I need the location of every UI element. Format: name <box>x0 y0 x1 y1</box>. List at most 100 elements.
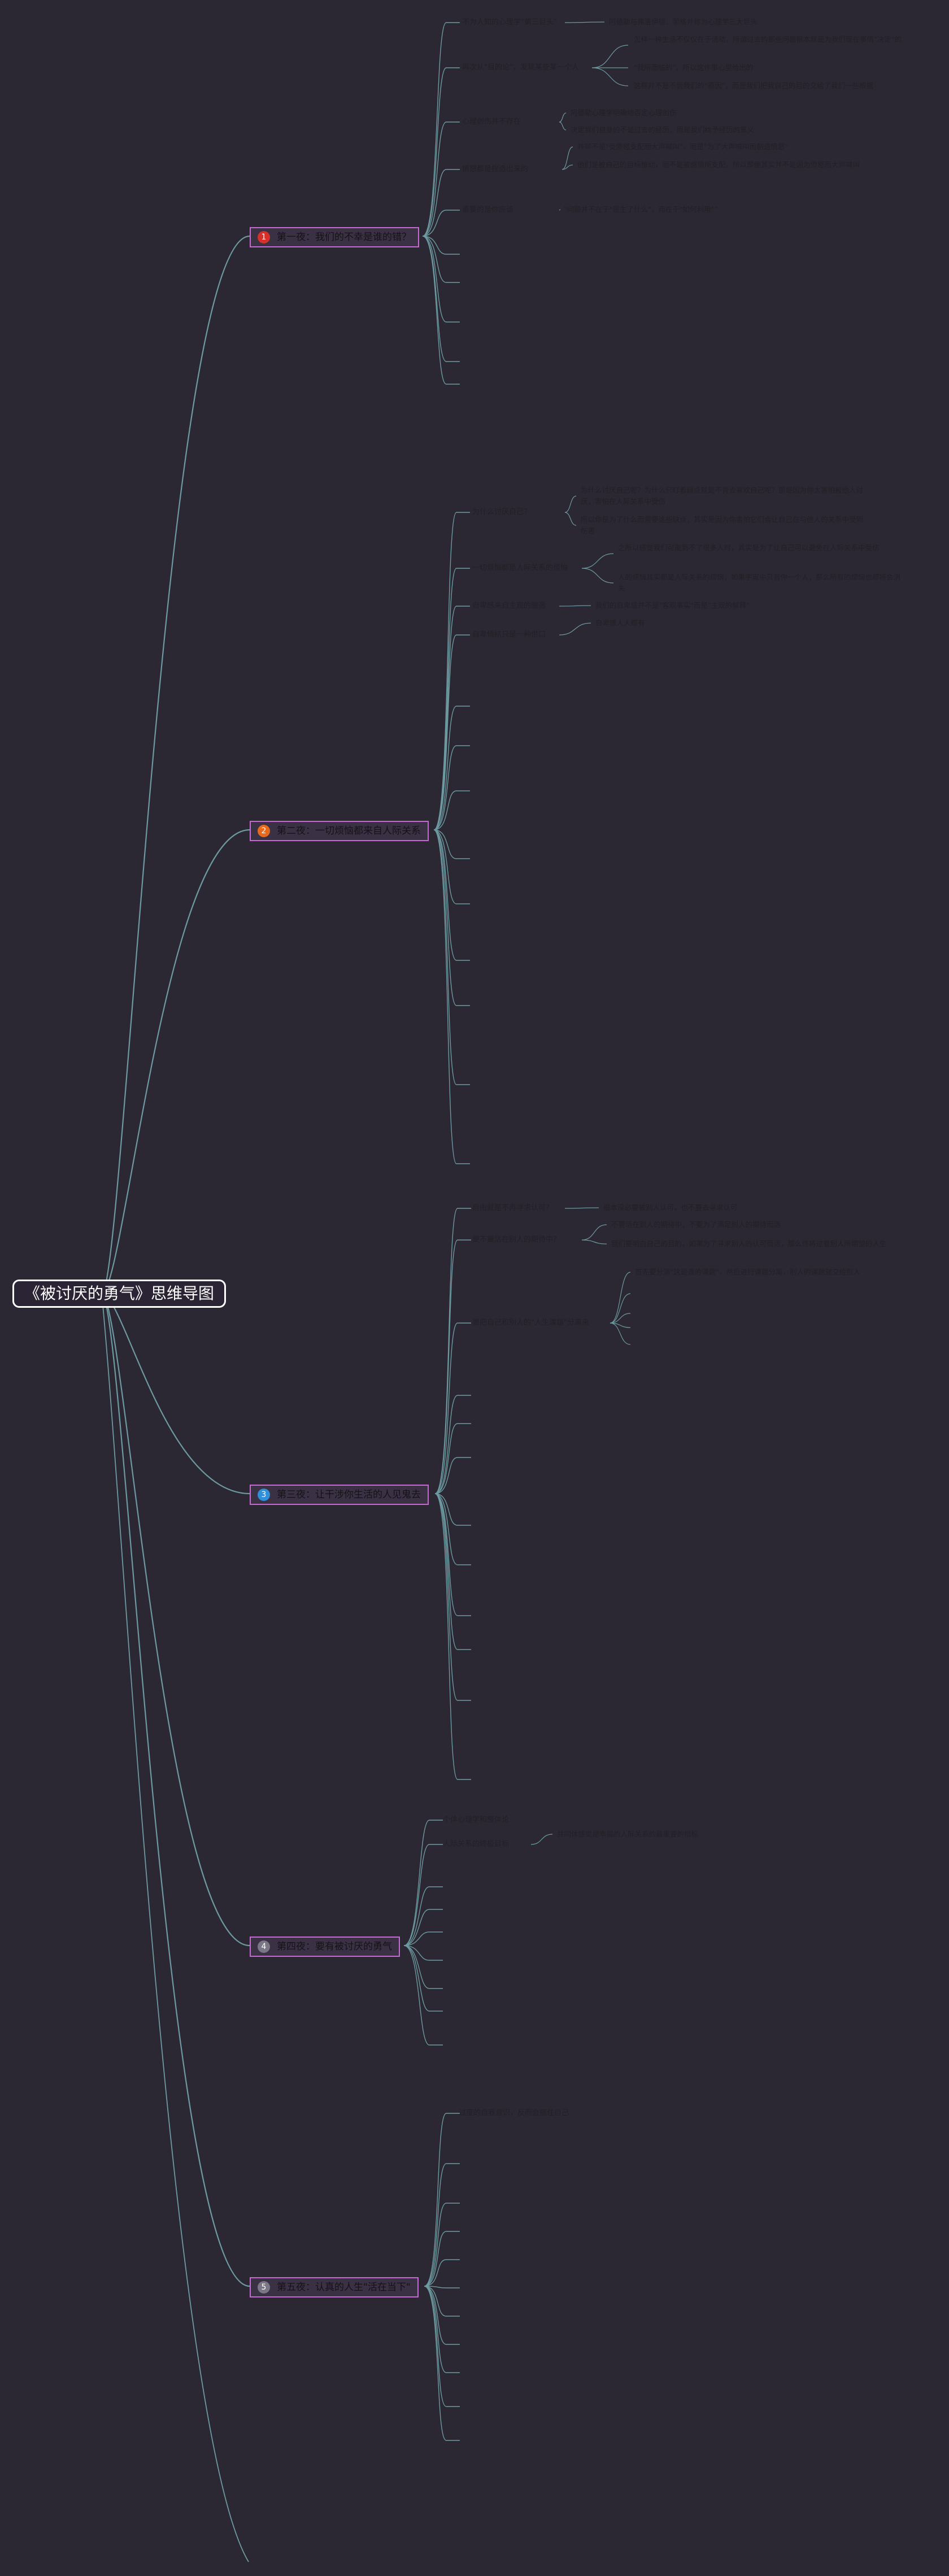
chapter-title: 第四夜：要有被讨厌的勇气 <box>277 1941 392 1952</box>
connector-line <box>581 1239 607 1245</box>
connector-line <box>433 829 470 961</box>
detail-node: "我所面临的"，所以这件事心里给出的 <box>634 63 754 72</box>
connector-line <box>434 1493 471 1565</box>
connector-line <box>530 1834 553 1845</box>
topic-node[interactable]: 愤怒都是捏造出来的 <box>462 164 528 175</box>
connector-line <box>434 1208 471 1494</box>
topic-node[interactable]: 重要的是你应该 <box>462 205 513 215</box>
topic-node[interactable]: 个体心理学和整体论 <box>443 1815 509 1825</box>
detail-node: 之所以感觉我们可能到不了很多人时，其实是为了让自己可以避免在人际关系中受伤 <box>618 543 880 552</box>
connector-line <box>424 2113 460 2287</box>
connector-line <box>422 210 460 237</box>
detail-node: 根本没必要被别人认可，也不要去寻求认可 <box>603 1203 738 1212</box>
detail-node: 所以你是为了什么而需要这些缺点，其实是因为你害怕它们会让自己在与他人的关系中受到… <box>581 515 864 535</box>
connector-line <box>101 1293 250 2287</box>
connector-line <box>561 146 573 170</box>
chapter-title: 第二夜：一切烦恼都来自人际关系 <box>277 825 421 837</box>
connector-line <box>434 1493 471 1616</box>
connector-line <box>433 829 470 1164</box>
connector-line <box>101 1293 250 1947</box>
topic-node[interactable]: 心理创伤并不存在 <box>462 117 521 127</box>
chapter-node-1[interactable]: 1 第一夜：我们的不幸是谁的错？ <box>250 227 419 247</box>
connector-line <box>403 1820 443 1946</box>
connector-line <box>424 2163 460 2287</box>
detail-node: 我们要明白自己的目的，如果为了寻求别人的认可而活，那么终将过着别人所期望的人生 <box>611 1239 887 1248</box>
connector-line <box>434 1493 471 1650</box>
chapter-number-badge: 2 <box>258 825 270 837</box>
chapter-node-3[interactable]: 3 第三夜：让干涉你生活的人见鬼去 <box>250 1485 429 1505</box>
connector-line <box>403 1886 443 1946</box>
connector-line <box>424 2286 460 2345</box>
topic-node[interactable]: 为什么讨厌自己？ <box>472 507 531 517</box>
detail-node: "问题并不在于"是生了什么"，而在于"如何利用"" <box>564 205 717 214</box>
connector-line <box>581 568 614 584</box>
detail-node: 我们的自卑感并不是"客观事实"而是"主观的解释" <box>595 601 750 610</box>
chapter-title: 第五夜：认真的人生"活在当下" <box>277 2282 411 2293</box>
chapter-node-2[interactable]: 2 第二夜：一切烦恼都来自人际关系 <box>250 821 429 841</box>
chapter-number-badge: 5 <box>258 2281 270 2294</box>
connector-line <box>581 1224 607 1241</box>
detail-node: 阿德勒与弗洛伊德、荣格并称为心理学三大巨头 <box>609 18 758 26</box>
mind-map-canvas: 《被讨厌的勇气》思维导图 1 第一夜：我们的不幸是谁的错？ 不为人知的心理学"第… <box>0 0 949 2576</box>
topic-node[interactable]: 再次从"目的论"，发现某些某一个人 <box>462 63 579 73</box>
connector-line <box>403 1945 443 1989</box>
connector-line <box>422 236 460 362</box>
connector-line <box>422 236 460 323</box>
topic-node[interactable]: 过度的自我意识，反而会捆住自己 <box>459 2108 569 2118</box>
detail-node: 为什么讨厌自己呢？为什么只盯着缺点就是不肯去喜欢自己呢？那是因为你太害怕被他人讨… <box>581 486 864 506</box>
detail-node: 这样并不是不管我们的"原因"，而是我们把我自己的目的交给了我们一些根据 <box>634 81 874 90</box>
chapter-title: 第三夜：让干涉你生活的人见鬼去 <box>277 1489 421 1500</box>
detail-node: 首先要分清"这是谁的课题"，然后进行课题分离，别人的课题就交给别人 <box>635 1268 861 1276</box>
chapter-number-badge: 3 <box>258 1489 270 1501</box>
detail-node: 自卑感人人都有 <box>595 619 645 627</box>
topic-node[interactable]: 人际关系的终极目标 <box>443 1839 509 1850</box>
detail-node: 他们是被自己的目标推动，而不是被感情所支配，所以即便其实并不是因为愤怒而大声喊叫 <box>577 160 860 169</box>
connector-line <box>433 512 470 830</box>
connector-line <box>433 829 470 1085</box>
connector-line <box>434 1239 471 1494</box>
connector-line <box>424 2203 460 2287</box>
topic-node[interactable]: 自卑情结只是一种借口 <box>472 630 546 640</box>
detail-node: 不要活在别人的期待中，不要为了满足别人的期待而活 <box>611 1220 781 1229</box>
topic-node[interactable]: 自由就是不再寻求认可？ <box>472 1203 553 1213</box>
chapter-title: 第一夜：我们的不幸是谁的错？ <box>277 232 411 243</box>
connector-line <box>591 67 629 86</box>
connector-line <box>434 1457 471 1494</box>
chapter-number-badge: 4 <box>258 1940 270 1953</box>
connector-line <box>610 1272 631 1324</box>
connector-line <box>433 634 470 830</box>
connector-line <box>559 121 567 130</box>
connector-line <box>433 706 470 830</box>
connector-line <box>559 112 567 123</box>
connector-line <box>564 512 577 526</box>
connector-line <box>559 623 591 636</box>
connector-line <box>101 235 250 1295</box>
connector-line <box>564 21 605 23</box>
connector-line <box>434 1395 471 1494</box>
connector-line <box>424 2286 460 2373</box>
connector-line <box>564 495 577 513</box>
detail-node: 决定我们自身的不是过去的经历，而是我们给予经历的意义 <box>571 125 755 134</box>
connector-line <box>434 1493 471 1701</box>
topic-node[interactable]: 要不要活在别人的期待中？ <box>472 1235 560 1245</box>
chapter-number-badge: 1 <box>258 231 270 243</box>
detail-node: 人的烦恼其实都是人际关系的烦恼，如果宇宙中只有你一个人，那么所有的烦恼也都将会消… <box>618 573 901 593</box>
topic-node[interactable]: 自卑感来自主观的臆造 <box>472 601 546 611</box>
connector-line <box>422 67 460 237</box>
topic-node[interactable]: 一切烦恼都是人际关系的烦恼 <box>472 563 568 573</box>
connector-line <box>101 829 250 1295</box>
connector-line <box>581 553 614 569</box>
root-node[interactable]: 《被讨厌的勇气》思维导图 <box>12 1280 227 1308</box>
topic-node[interactable]: 不为人知的心理学"第三巨头" <box>462 18 557 28</box>
connector-line <box>424 2286 460 2441</box>
connector-line <box>610 1322 631 1345</box>
detail-node: 怎样一种生活不仅仅在于活动，所谓过去的那些问题根本就是为我们现在事情"决定"的 <box>634 35 902 43</box>
chapter-node-5[interactable]: 5 第五夜：认真的人生"活在当下" <box>250 2277 419 2297</box>
connector-line <box>422 22 460 237</box>
detail-node: 共同体感觉是幸福的人际关系的最重要的指标 <box>557 1830 699 1838</box>
topic-node[interactable]: 要把自己和别人的"人生课题"分离来 <box>472 1318 589 1328</box>
detail-node: 阿德勒心理学明确地否定心理创伤 <box>571 108 677 117</box>
connector-line <box>434 1322 471 1494</box>
chapter-node-4[interactable]: 4 第四夜：要有被讨厌的勇气 <box>250 1937 400 1957</box>
connector-line <box>424 2286 460 2407</box>
